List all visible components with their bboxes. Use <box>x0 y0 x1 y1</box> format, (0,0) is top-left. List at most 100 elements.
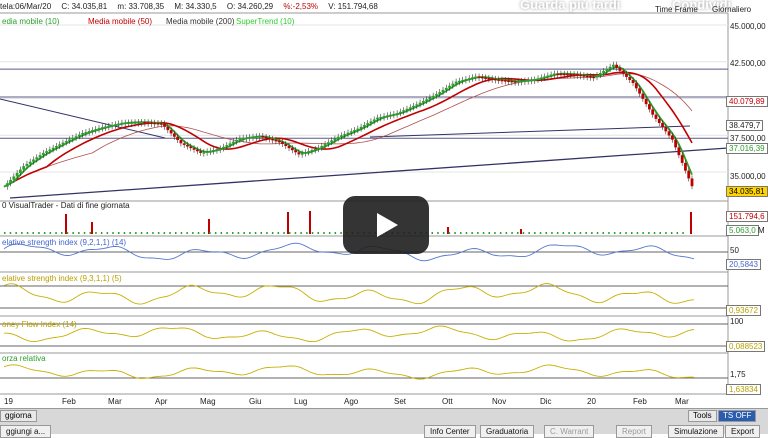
candle-body <box>189 146 193 149</box>
candle-body <box>392 113 396 116</box>
chart-area[interactable]: tela:06/Mar/20 C: 34.035,81 m: 33.708,35… <box>0 0 768 408</box>
rsi2-value: 0,93672 <box>726 305 761 316</box>
candle-body <box>546 75 550 77</box>
volume-bar <box>152 232 154 234</box>
candle-body <box>104 126 107 128</box>
volume-bar <box>631 232 633 234</box>
volume-bar <box>596 232 599 234</box>
add-to-button[interactable]: ggiungi a... <box>0 425 52 438</box>
candle-body <box>457 80 461 83</box>
legend-ma50[interactable]: Media mobile (50) <box>88 17 152 26</box>
legend-supertrend[interactable]: SuperTrend (10) <box>236 17 294 26</box>
report-button[interactable]: Report <box>616 425 653 438</box>
price-tick-37500: 37.500,00 <box>730 134 766 143</box>
candle-body <box>674 139 678 148</box>
volume-bar <box>232 232 234 234</box>
volume-bar <box>460 232 462 234</box>
candle-body <box>153 122 157 125</box>
candle-body <box>51 147 55 150</box>
watch-later-label[interactable]: Guarda più tardi <box>520 0 620 12</box>
candle-body <box>690 178 694 187</box>
volume-bar <box>659 232 661 234</box>
graduatoria-button[interactable]: Graduatoria <box>480 425 535 438</box>
legend-ma200[interactable]: Media mobile (200) <box>166 17 234 26</box>
candle-body <box>670 135 674 140</box>
volume-bar <box>266 232 268 234</box>
candle-body <box>71 137 75 140</box>
candle-body <box>611 64 615 67</box>
candle-body <box>87 131 91 133</box>
candle-body <box>664 127 668 132</box>
volume-bar <box>287 212 289 234</box>
candle-body <box>218 148 222 150</box>
volume-bar <box>15 232 17 234</box>
export-button[interactable]: Export <box>725 425 761 438</box>
volume-bar <box>237 232 240 234</box>
volume-bar <box>454 232 456 234</box>
candle-body <box>195 149 199 152</box>
candle-body <box>405 108 409 111</box>
volume-bar <box>243 232 245 234</box>
candle-body <box>45 151 48 153</box>
candle-body <box>222 146 225 149</box>
volume-bar <box>494 232 496 234</box>
legend-ma10[interactable]: edia mobile (10) <box>2 17 59 26</box>
price-tick-45000: 45.000,00 <box>730 22 766 31</box>
mfi-title: oney Flow Index (14) <box>2 320 77 329</box>
volume-bar <box>579 232 582 234</box>
candle-body <box>136 122 140 124</box>
candle-body <box>5 183 9 187</box>
candle-body <box>117 123 121 125</box>
candle-body <box>464 79 468 81</box>
candle-body <box>615 64 619 68</box>
volume-bar <box>562 232 565 234</box>
volume-bar <box>55 232 57 234</box>
info-center-button[interactable]: Info Center <box>424 425 476 438</box>
volume-bar <box>608 232 610 234</box>
volume-bar <box>517 232 519 234</box>
candle-body <box>412 105 415 108</box>
volume-bar <box>653 232 656 234</box>
volume-bar <box>61 232 63 234</box>
candle-body <box>513 81 517 83</box>
candle-body <box>84 132 88 134</box>
volume-bar <box>545 232 547 234</box>
candle-body <box>38 155 42 158</box>
ohlc-info-bar: tela:06/Mar/20 C: 34.035,81 m: 33.708,35… <box>0 2 386 11</box>
candle-body <box>150 122 153 125</box>
simulazione-button[interactable]: Simulazione <box>668 425 724 438</box>
candle-body <box>55 146 58 148</box>
candle-body <box>500 79 504 82</box>
warrant-button[interactable]: C. Warrant <box>544 425 595 438</box>
candle-body <box>516 81 520 83</box>
candle-body <box>648 104 651 110</box>
candle-body <box>205 151 209 153</box>
ts-off-toggle[interactable]: TS OFF <box>718 410 757 422</box>
candle-body <box>389 114 392 117</box>
volume-bar <box>100 232 103 234</box>
candle-body <box>362 124 366 127</box>
month-label: 20 <box>587 397 596 406</box>
mfi-value: 0,088523 <box>726 341 766 352</box>
candle-body <box>399 111 402 114</box>
tab-tools[interactable]: Tools <box>688 410 717 422</box>
candle-body <box>281 141 284 144</box>
video-play-button[interactable] <box>343 196 429 254</box>
volume-bar <box>254 232 257 234</box>
volume-bar <box>4 232 6 234</box>
volume-bar <box>112 232 114 234</box>
time-frame-select[interactable]: Giornaliero <box>712 5 751 14</box>
volume-bar <box>49 232 52 234</box>
candle-body <box>595 75 599 78</box>
candle-body <box>163 123 166 127</box>
candle-body <box>638 88 641 94</box>
candle-body <box>572 74 576 76</box>
tab-aggiorna[interactable]: ggiorna <box>0 410 37 422</box>
forza-line <box>3 364 695 380</box>
trend-line <box>9 147 729 199</box>
candle-body <box>235 139 239 142</box>
candle-body <box>290 148 294 151</box>
candle-body <box>294 150 297 153</box>
volume-bar <box>511 232 513 234</box>
forza-level: 1,75 <box>730 370 746 379</box>
